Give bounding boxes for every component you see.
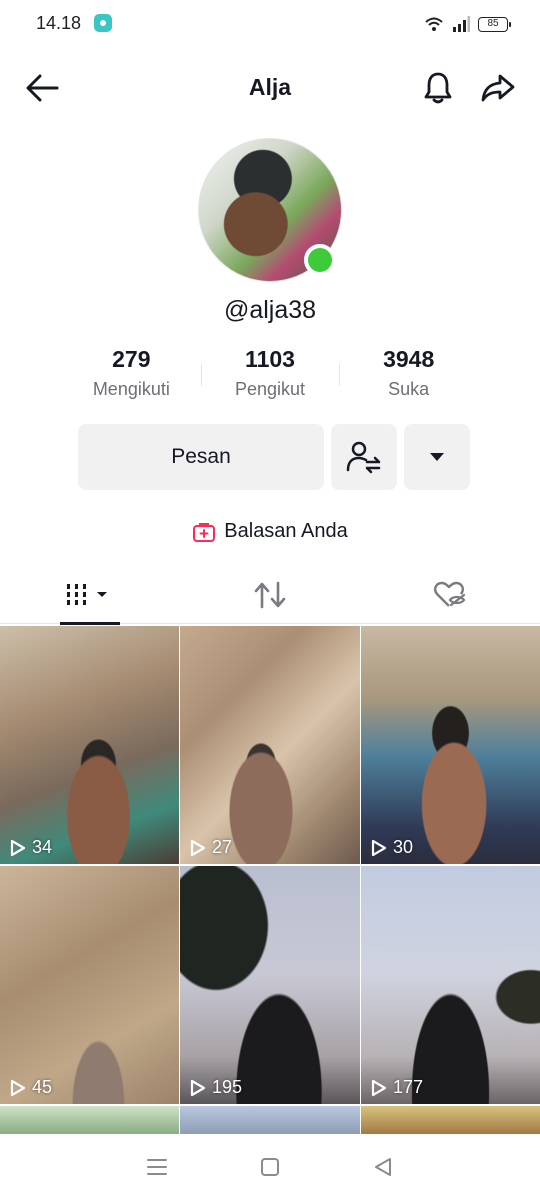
more-options-button[interactable] <box>404 424 470 490</box>
stat-label: Suka <box>388 379 430 399</box>
video-thumbnail[interactable]: 30 <box>361 626 540 864</box>
play-icon <box>190 839 206 856</box>
content-tabs <box>0 566 540 625</box>
view-count: 27 <box>190 837 232 858</box>
grid-icon <box>67 584 107 605</box>
video-grid: 34 27 30 45 195 177 <box>0 626 540 1146</box>
view-count-value: 34 <box>32 837 53 857</box>
back-triangle-icon <box>375 1158 392 1176</box>
replies-label: Balasan Anda <box>224 520 348 542</box>
online-status-dot <box>304 244 336 276</box>
stat-label: Mengikuti <box>92 379 170 399</box>
status-time: 14.18 <box>36 13 82 33</box>
notification-app-icon <box>94 14 112 32</box>
home-button[interactable] <box>250 1147 290 1187</box>
share-icon <box>481 74 515 102</box>
liked-hidden-icon <box>434 581 466 607</box>
tab-videos[interactable] <box>0 566 180 625</box>
play-icon <box>371 839 387 856</box>
play-icon <box>371 1079 387 1096</box>
message-button[interactable]: Pesan <box>78 424 324 490</box>
view-count: 34 <box>10 837 52 858</box>
add-reply-icon <box>193 522 216 542</box>
your-replies-link[interactable]: Balasan Anda <box>0 520 540 543</box>
stat-followers[interactable]: 1103 Pengikut <box>200 346 340 406</box>
video-thumbnail[interactable]: 27 <box>180 626 360 864</box>
system-back-button[interactable] <box>363 1147 403 1187</box>
home-square-icon <box>260 1158 279 1176</box>
tab-reposts[interactable] <box>180 566 360 624</box>
signal-icon <box>453 16 470 32</box>
view-count-value: 195 <box>212 1077 243 1097</box>
video-thumbnail[interactable]: 45 <box>0 866 179 1104</box>
notification-bell-button[interactable] <box>418 68 458 108</box>
share-button[interactable] <box>478 68 518 108</box>
view-count-value: 177 <box>393 1077 424 1097</box>
play-icon <box>10 839 26 856</box>
status-indicators: 85 <box>424 13 511 35</box>
username: @alja38 <box>223 296 317 324</box>
stat-label: Pengikut <box>234 379 306 399</box>
view-count: 195 <box>190 1077 242 1098</box>
profile-stats: 279 Mengikuti 1103 Pengikut 3948 Suka <box>62 346 478 406</box>
stat-value: 279 <box>112 346 151 372</box>
bell-icon <box>424 72 452 104</box>
view-count: 45 <box>10 1077 52 1098</box>
play-icon <box>10 1079 26 1096</box>
battery-indicator: 85 <box>478 16 511 32</box>
wifi-icon <box>425 17 443 31</box>
view-count: 30 <box>371 837 413 858</box>
view-count-value: 27 <box>212 837 233 857</box>
repost-icon <box>254 581 286 609</box>
profile-header: Alja <box>0 58 540 118</box>
video-thumbnail[interactable]: 34 <box>0 626 179 864</box>
stat-value: 3948 <box>383 346 435 372</box>
friend-status-button[interactable] <box>331 424 397 490</box>
video-thumbnail[interactable]: 195 <box>180 866 360 1104</box>
recent-apps-button[interactable] <box>137 1147 177 1187</box>
play-icon <box>190 1079 206 1096</box>
stat-likes[interactable]: 3948 Suka <box>339 346 478 406</box>
view-count-value: 45 <box>32 1077 53 1097</box>
page-title: Alja <box>248 74 292 100</box>
dropdown-icon <box>430 453 444 461</box>
profile-actions: Pesan <box>78 424 470 490</box>
stat-following[interactable]: 279 Mengikuti <box>62 346 201 406</box>
profile-avatar-container[interactable] <box>198 138 342 282</box>
view-count-value: 30 <box>393 837 414 857</box>
system-navigation-bar <box>0 1134 540 1200</box>
view-count: 177 <box>371 1077 423 1098</box>
stat-value: 1103 <box>245 346 295 372</box>
tab-liked[interactable] <box>360 566 540 624</box>
add-friend-icon <box>346 441 381 474</box>
video-thumbnail[interactable]: 177 <box>361 866 540 1104</box>
status-bar: 14.18 85 <box>0 0 540 48</box>
menu-icon <box>146 1159 167 1175</box>
